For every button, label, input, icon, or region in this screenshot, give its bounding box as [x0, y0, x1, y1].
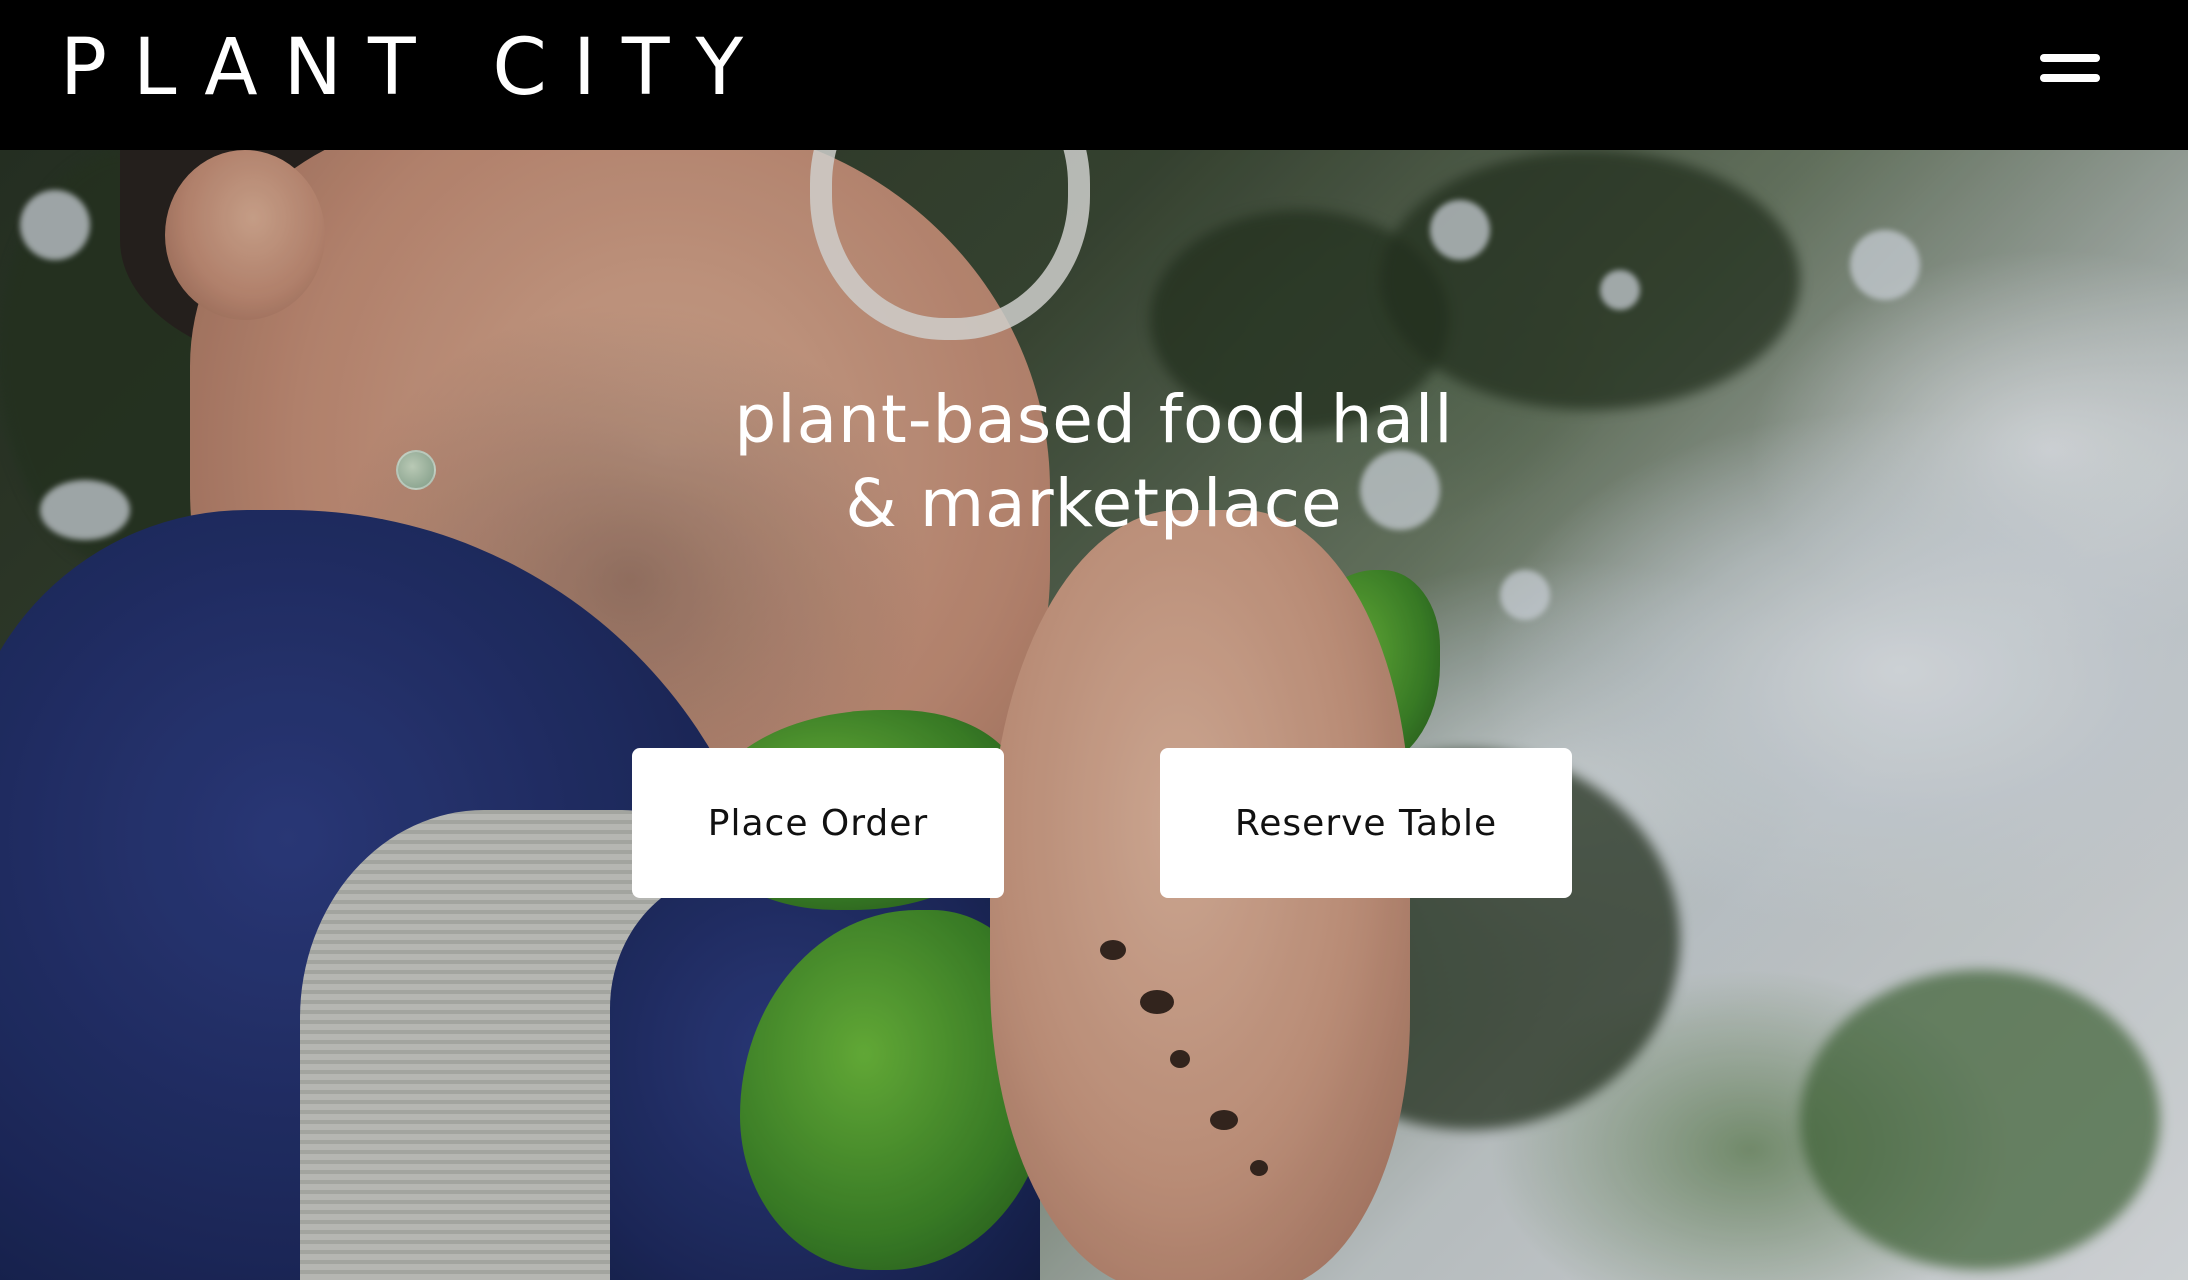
place-order-button[interactable]: Place Order	[632, 748, 1004, 898]
headline-line-2: & marketplace	[845, 465, 1343, 542]
menu-bar-top	[2040, 54, 2100, 62]
site-logo[interactable]: PLANT CITY	[60, 29, 769, 107]
menu-bar-bottom	[2040, 74, 2100, 82]
hero-headline: plant-based food hall & marketplace	[0, 378, 2188, 546]
hero-overlay	[0, 150, 2188, 1280]
hamburger-menu-icon[interactable]	[2030, 48, 2110, 92]
headline-line-1: plant-based food hall	[734, 381, 1454, 458]
site-header: PLANT CITY	[0, 0, 2188, 150]
reserve-table-button[interactable]: Reserve Table	[1160, 748, 1572, 898]
hero-section: plant-based food hall & marketplace Plac…	[0, 150, 2188, 1280]
